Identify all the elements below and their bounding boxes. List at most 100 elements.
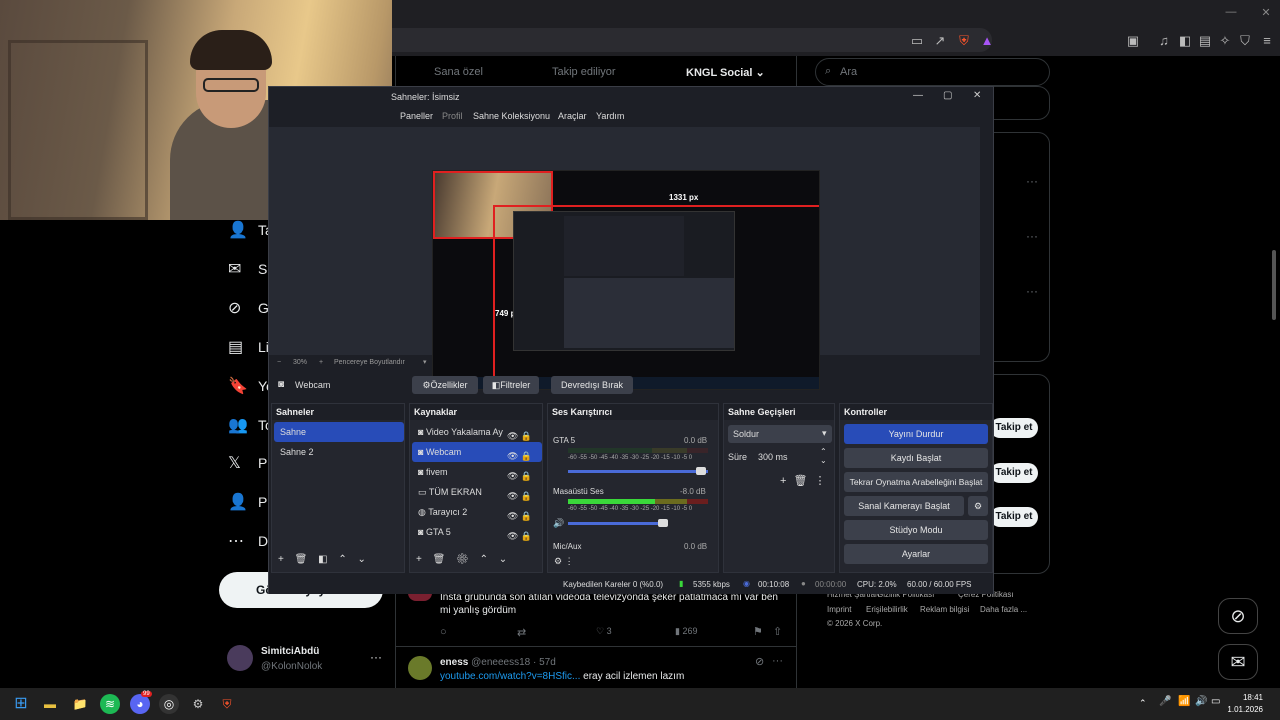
like-button[interactable]: ♡ 3 bbox=[596, 626, 612, 637]
add-user-icon[interactable]: 👤 bbox=[228, 220, 248, 240]
x-logo-icon[interactable]: 𝕏 bbox=[228, 453, 248, 473]
eye-icon[interactable]: 👁 🔒 bbox=[507, 526, 539, 546]
menu-help[interactable]: Yardım bbox=[596, 111, 624, 121]
down-icon[interactable]: ⌄ bbox=[358, 554, 366, 565]
menu-scene-collection[interactable]: Sahne Koleksiyonu bbox=[473, 111, 550, 121]
duration-input[interactable]: 300 ms bbox=[750, 448, 818, 466]
eye-icon[interactable]: 👁 🔒 bbox=[507, 486, 539, 506]
preview-area[interactable]: 1331 px 749 px bbox=[269, 127, 980, 390]
volume-icon[interactable]: 🔊 bbox=[1195, 696, 1207, 707]
volume-slider[interactable] bbox=[568, 522, 663, 525]
replay-buffer-button[interactable]: Tekrar Oynatma Arabelleğini Başlat bbox=[844, 472, 988, 492]
share-icon[interactable]: ⇧ bbox=[773, 625, 782, 638]
menu-profile[interactable]: Profil bbox=[442, 111, 463, 121]
grok-icon[interactable]: ⊘ bbox=[755, 655, 764, 668]
preview-scrollbar[interactable] bbox=[982, 127, 993, 355]
leo-icon[interactable]: ✧ bbox=[1216, 32, 1234, 50]
obs-close-button[interactable]: ✕ bbox=[973, 90, 981, 101]
speaker-icon[interactable]: 🔊 bbox=[553, 518, 564, 529]
retweet-icon[interactable]: ⇄ bbox=[517, 626, 526, 639]
more-icon[interactable]: ··· bbox=[772, 655, 783, 667]
windows-icon[interactable]: ⊞ bbox=[11, 694, 31, 714]
transition-select[interactable]: Soldur ▾ bbox=[728, 425, 832, 443]
duration-stepper[interactable]: ⌃ ⌄ bbox=[820, 447, 827, 465]
trash-icon[interactable]: 🗑 bbox=[794, 475, 808, 487]
profile-icon[interactable]: 👤 bbox=[228, 492, 248, 512]
search-input[interactable]: ⌕ Ara bbox=[815, 58, 1050, 86]
zoom-in-button[interactable]: + bbox=[319, 359, 323, 366]
cast-icon[interactable]: ▭ bbox=[908, 32, 926, 50]
deactivate-button[interactable]: Devredışı Bırak bbox=[551, 376, 633, 394]
start-recording-button[interactable]: Kaydı Başlat bbox=[844, 448, 988, 468]
eye-icon[interactable]: 👁 🔒 bbox=[507, 466, 539, 486]
mixer-settings-icon[interactable]: ⚙ ⋮ bbox=[554, 556, 574, 567]
add-icon[interactable]: + bbox=[278, 554, 284, 565]
volume-knob[interactable] bbox=[696, 467, 706, 475]
footer-link[interactable]: Reklam bilgisi bbox=[920, 605, 969, 614]
fit-window-select[interactable]: Pencereye Boyutlandır bbox=[334, 359, 405, 366]
add-icon[interactable]: + bbox=[416, 554, 422, 565]
account-name[interactable]: SimitciAbdü bbox=[261, 646, 319, 657]
gear-icon[interactable]: ⚙ bbox=[456, 554, 469, 565]
minimize-button[interactable]: — bbox=[1221, 6, 1241, 18]
tab-kngl-social[interactable]: KNGL Social ⌄ bbox=[686, 66, 765, 79]
virtual-camera-button[interactable]: Sanal Kamerayı Başlat bbox=[844, 496, 964, 516]
scene-item[interactable]: Sahne 2 bbox=[274, 442, 404, 462]
views-button[interactable]: ▮ 269 bbox=[675, 626, 698, 637]
reply-icon[interactable]: ○ bbox=[440, 626, 447, 638]
clock[interactable]: 18:41 bbox=[1233, 693, 1263, 702]
eye-icon[interactable]: 👁 🔒 bbox=[507, 506, 539, 526]
more-circle-icon[interactable]: ⋯ bbox=[228, 531, 248, 551]
tab-following[interactable]: Takip ediliyor bbox=[552, 66, 616, 78]
obs-minimize-button[interactable]: — bbox=[913, 90, 923, 101]
filter-icon[interactable]: ◧ bbox=[318, 554, 327, 565]
grok-icon[interactable]: ⊘ bbox=[1218, 598, 1258, 634]
obs-icon[interactable]: ◎ bbox=[159, 694, 179, 714]
spotify-icon[interactable]: ≋ bbox=[100, 694, 120, 714]
vpn-icon[interactable]: ⛉ bbox=[1236, 32, 1254, 50]
footer-link[interactable]: Daha fazla ... bbox=[980, 605, 1027, 614]
gear-icon[interactable]: ⚙ bbox=[968, 496, 988, 516]
volume-knob[interactable] bbox=[658, 519, 668, 527]
add-icon[interactable]: + bbox=[780, 475, 786, 487]
date[interactable]: 1.01.2026 bbox=[1219, 705, 1263, 714]
more-icon[interactable]: ··· bbox=[370, 650, 382, 664]
address-bar[interactable] bbox=[392, 28, 992, 52]
tray-overflow-icon[interactable]: ⌃ bbox=[1139, 698, 1147, 709]
grok-icon[interactable]: ⊘ bbox=[228, 298, 248, 318]
menu-icon[interactable]: ≡ bbox=[1258, 32, 1276, 50]
sidebar-icon[interactable]: ◧ bbox=[1176, 32, 1194, 50]
scrollbar[interactable] bbox=[1272, 250, 1276, 320]
mail-icon[interactable]: ✉ bbox=[228, 259, 248, 279]
discord-icon[interactable]: ◕ bbox=[130, 694, 150, 714]
steam-icon[interactable]: ⚙ bbox=[188, 694, 208, 714]
chevron-down-icon[interactable]: ▾ bbox=[423, 358, 427, 366]
eye-icon[interactable]: 👁 🔒 bbox=[507, 426, 539, 446]
close-button[interactable]: ✕ bbox=[1256, 6, 1276, 19]
communities-icon[interactable]: 👥 bbox=[228, 415, 248, 435]
microphone-icon[interactable]: 🎤 bbox=[1159, 696, 1171, 707]
trash-icon[interactable]: 🗑 bbox=[433, 554, 446, 565]
wifi-icon[interactable]: 📶 bbox=[1178, 696, 1190, 707]
brave-shield-icon[interactable]: ⛨ bbox=[955, 32, 973, 50]
more-icon[interactable]: ··· bbox=[1026, 229, 1038, 243]
follow-button[interactable]: Takip et bbox=[990, 463, 1038, 483]
up-icon[interactable]: ⌃ bbox=[480, 554, 488, 565]
stop-stream-button[interactable]: Yayını Durdur bbox=[844, 424, 988, 444]
brave-rewards-icon[interactable]: ▲ bbox=[978, 32, 996, 50]
messages-icon[interactable]: ✉ bbox=[1218, 644, 1258, 680]
obs-maximize-button[interactable]: ▢ bbox=[943, 90, 952, 101]
up-icon[interactable]: ⌃ bbox=[338, 554, 346, 565]
more-icon[interactable]: ··· bbox=[1026, 174, 1038, 188]
avatar[interactable] bbox=[227, 645, 253, 671]
more-icon[interactable]: ⋮ bbox=[815, 475, 826, 487]
filters-button[interactable]: ◧Filtreler bbox=[483, 376, 539, 394]
tweet-author[interactable]: eness bbox=[440, 657, 468, 668]
trash-icon[interactable]: 🗑 bbox=[295, 554, 308, 565]
studio-mode-button[interactable]: Stüdyo Modu bbox=[844, 520, 988, 540]
follow-button[interactable]: Takip et bbox=[990, 507, 1038, 527]
down-icon[interactable]: ⌄ bbox=[499, 554, 507, 565]
brave-icon[interactable]: ⛨ bbox=[217, 694, 237, 714]
account-handle[interactable]: @KolonNolok bbox=[261, 661, 322, 672]
tab-for-you[interactable]: Sana özel bbox=[434, 66, 483, 78]
